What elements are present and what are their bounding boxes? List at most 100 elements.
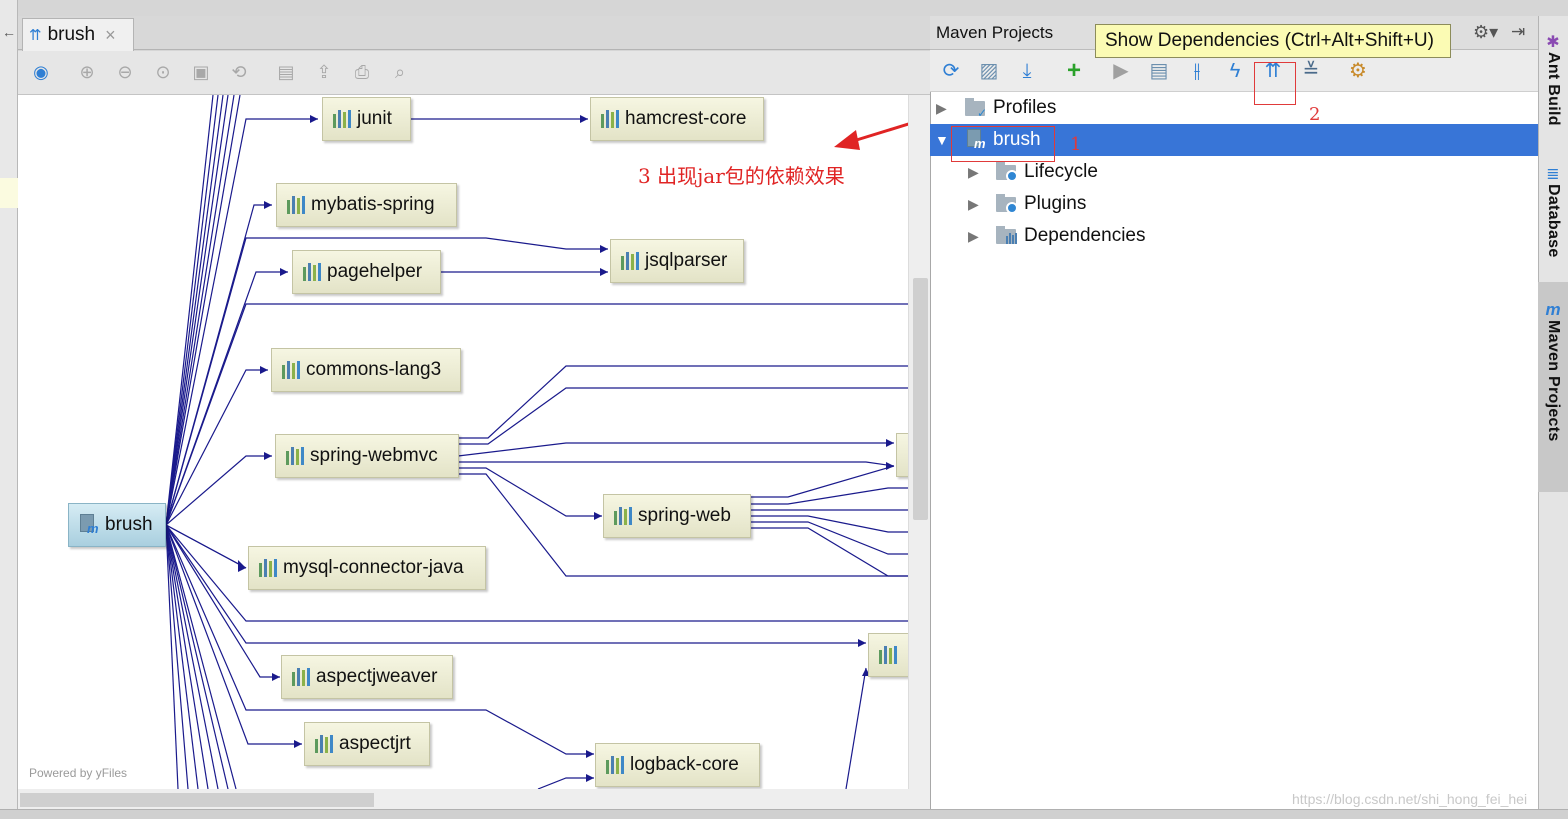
graph-node-aspectjweaver[interactable]: aspectjweaver (281, 655, 453, 699)
node-label: spring-webmvc (310, 445, 438, 466)
show-dependencies-tooltip: Show Dependencies (Ctrl+Alt+Shift+U) (1095, 24, 1451, 58)
lifecycle-folder-icon (996, 162, 1018, 182)
zoom-in-icon[interactable]: ⊕ (76, 61, 98, 83)
expand-arrow-icon[interactable]: ▶ (968, 196, 979, 213)
dependency-diagram-icon: ⇈ (29, 27, 42, 44)
database-tool-button[interactable]: ≣ Database (1540, 164, 1566, 258)
editor-tab-brush[interactable]: ⇈ brush × (22, 18, 134, 51)
graph-node-aspectjrt[interactable]: aspectjrt (304, 722, 430, 766)
graph-node-pagehelper[interactable]: pagehelper (292, 250, 441, 294)
graph-node-logback-core[interactable]: logback-core (595, 743, 760, 787)
marker-number-1: 1 (1070, 134, 1082, 155)
back-arrow-icon[interactable]: ← (2, 24, 16, 40)
zoom-out-icon[interactable]: ⊖ (114, 61, 136, 83)
profiles-folder-icon: ✓ (965, 98, 987, 120)
jar-icon (286, 447, 304, 465)
settings-gear-icon[interactable]: ⚙▾ (1473, 22, 1498, 43)
maven-projects-tool-button[interactable]: m Maven Projects (1540, 300, 1566, 442)
node-label: pagehelper (327, 261, 423, 282)
generate-sources-icon[interactable]: ▨ (976, 58, 1002, 84)
graph-node-jsqlparser[interactable]: jsqlparser (610, 239, 744, 283)
node-label: brush (105, 514, 153, 535)
powered-by-label: Powered by yFiles (29, 766, 128, 780)
watermark-text: https://blog.csdn.net/shi_hong_fei_hei (1292, 791, 1528, 807)
jar-icon (282, 361, 300, 379)
maven-panel-title: Maven Projects (936, 23, 1054, 42)
jar-icon (287, 196, 305, 214)
graph-node-spring-web[interactable]: spring-web (603, 494, 751, 538)
expand-arrow-icon[interactable]: ▶ (968, 164, 979, 181)
tree-item-dependencies[interactable]: ▶ Dependencies (930, 220, 1538, 252)
node-label: aspectjrt (339, 733, 411, 754)
graph-node-hamcrest-core[interactable]: hamcrest-core (590, 97, 764, 141)
jar-icon (259, 559, 277, 577)
hide-panel-icon[interactable]: ⇥ (1511, 22, 1525, 42)
apply-layout-icon[interactable]: ⟲ (228, 61, 250, 83)
execute-goal-icon[interactable]: ▤ (1146, 58, 1172, 84)
tree-item-profiles[interactable]: ▶ ✓ Profiles (930, 92, 1538, 124)
graph-node-mysql-connector-java[interactable]: mysql-connector-java (248, 546, 486, 590)
status-bar (0, 809, 1568, 819)
fit-content-icon[interactable]: ▣ (190, 61, 212, 83)
jar-icon (606, 756, 624, 774)
plugins-folder-icon (996, 194, 1018, 214)
graph-node-offscreen[interactable] (896, 433, 908, 477)
collapse-all-icon[interactable]: ≚ (1298, 58, 1324, 84)
jar-icon (614, 507, 632, 525)
graph-node-spring-webmvc[interactable]: spring-webmvc (275, 434, 459, 478)
left-gutter: ← (0, 0, 18, 819)
collapse-arrow-icon[interactable]: ▼ (935, 132, 949, 148)
database-icon: ≣ (1546, 166, 1560, 183)
skip-tests-icon[interactable]: ϟ (1222, 58, 1248, 84)
node-label: commons-lang3 (306, 359, 442, 380)
marker-number-2: 2 (1309, 104, 1321, 125)
graph-node-commons-lang3[interactable]: commons-lang3 (271, 348, 461, 392)
maven-icon: m (1545, 300, 1561, 319)
rail-label: Ant Build (1545, 52, 1562, 126)
tree-label: Dependencies (1024, 225, 1146, 246)
tree-label: Plugins (1024, 193, 1087, 214)
jar-icon (601, 110, 619, 128)
vertical-scroll-thumb[interactable] (913, 278, 928, 520)
expand-arrow-icon[interactable]: ▶ (936, 100, 947, 117)
dependency-graph-canvas[interactable]: junit hamcrest-core mybatis-spring jsqlp… (18, 95, 908, 789)
graph-node-offscreen[interactable] (868, 633, 908, 677)
print-icon[interactable]: ⎙ (351, 61, 373, 83)
diagram-toolbar: ◉ ⊕ ⊖ ⊙ ▣ ⟲ ▤ ⇪ ⎙ ⌕ (18, 51, 930, 95)
save-diagram-icon[interactable]: ▤ (275, 61, 297, 83)
graph-node-junit[interactable]: junit (322, 97, 411, 141)
close-icon[interactable]: × (105, 25, 116, 46)
export-icon[interactable]: ⇪ (313, 61, 335, 83)
ant-build-tool-button[interactable]: ✱ Ant Build (1540, 32, 1566, 126)
jar-icon (315, 735, 333, 753)
graph-node-mybatis-spring[interactable]: mybatis-spring (276, 183, 457, 227)
expand-arrow-icon[interactable]: ▶ (968, 228, 979, 245)
node-label: mysql-connector-java (283, 557, 464, 578)
reimport-icon[interactable]: ⟳ (938, 58, 964, 84)
run-icon[interactable]: ▶ (1108, 58, 1134, 84)
actual-size-icon[interactable]: ⊙ (152, 61, 174, 83)
tree-item-plugins[interactable]: ▶ Plugins (930, 188, 1538, 220)
add-project-icon[interactable]: + (1061, 58, 1087, 84)
node-label: aspectjweaver (316, 666, 438, 687)
node-label: spring-web (638, 505, 731, 526)
horizontal-scroll-thumb[interactable] (20, 793, 374, 807)
marker-box-2 (1254, 62, 1296, 105)
editor-tab-strip (18, 16, 930, 50)
node-label: jsqlparser (645, 250, 728, 271)
download-sources-icon[interactable]: ⤓ (1014, 58, 1040, 84)
tree-label: Profiles (993, 97, 1057, 118)
graph-node-root-brush[interactable]: m brush (68, 503, 166, 547)
node-label: junit (357, 108, 392, 129)
jar-icon (303, 263, 321, 281)
gutter-highlight (0, 178, 18, 208)
node-label: logback-core (630, 754, 739, 775)
graph-edges (165, 95, 908, 789)
tree-label: Lifecycle (1024, 161, 1098, 182)
jar-icon (333, 110, 351, 128)
visibility-eye-icon[interactable]: ◉ (30, 61, 52, 83)
toggle-offline-icon[interactable]: ⫲ (1184, 58, 1210, 84)
annotation-text: 3 出现jar包的依赖效果 (638, 164, 845, 188)
print-preview-icon[interactable]: ⌕ (389, 61, 411, 83)
maven-settings-icon[interactable]: ⚙ (1345, 58, 1371, 84)
